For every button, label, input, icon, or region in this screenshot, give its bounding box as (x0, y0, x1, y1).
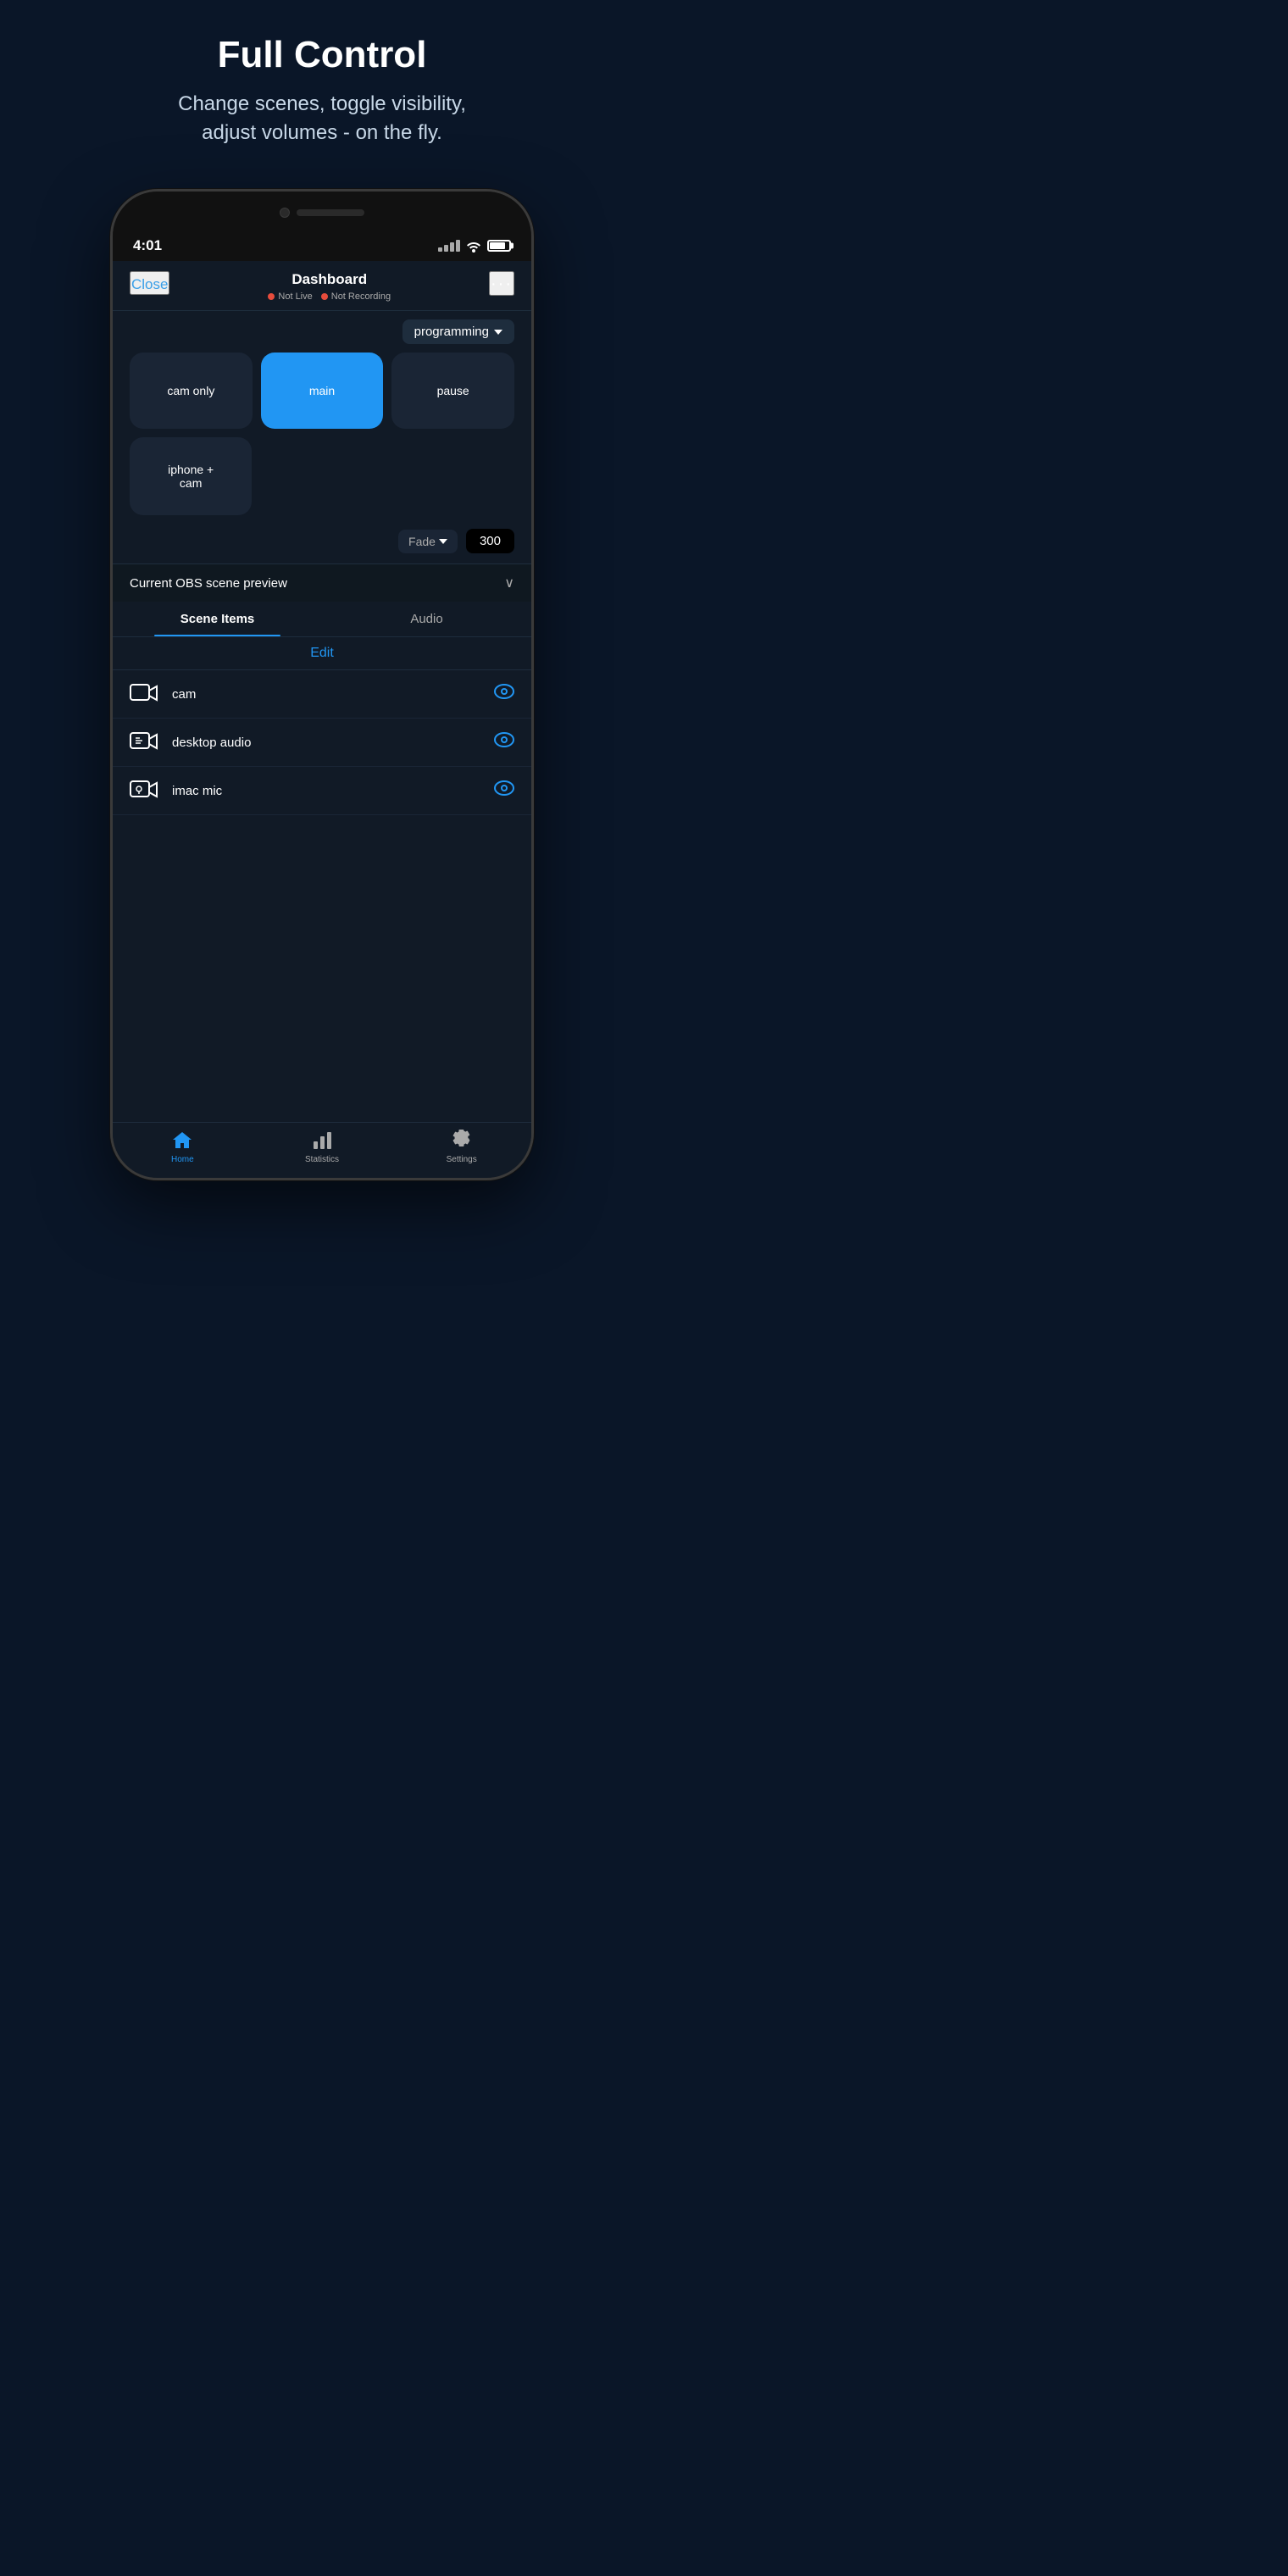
edit-row: Edit (113, 637, 531, 670)
nav-title: Dashboard (268, 271, 391, 288)
transition-bar: Fade 300 (113, 524, 531, 564)
scene-item-imac-mic: imac mic (113, 767, 531, 815)
transition-value: 300 (466, 529, 514, 553)
profile-name: programming (414, 325, 489, 339)
desktop-audio-visibility-toggle[interactable] (494, 732, 514, 752)
status-icons (438, 239, 511, 253)
profile-dropdown[interactable]: programming (402, 319, 514, 344)
transition-type: Fade (408, 535, 436, 548)
close-button[interactable]: Close (130, 271, 169, 295)
not-live-dot (268, 293, 275, 300)
tabs-row: Scene Items Audio (113, 602, 531, 637)
status-bar: 4:01 (113, 234, 531, 261)
preview-section[interactable]: Current OBS scene preview ∨ (113, 564, 531, 602)
scene-btn-main[interactable]: main (261, 353, 384, 429)
scene-item-cam: cam (113, 670, 531, 719)
not-recording-label: Not Recording (331, 291, 391, 302)
nav-center: Dashboard Not Live Not Recording (268, 271, 391, 302)
not-recording-dot (321, 293, 328, 300)
edit-button[interactable]: Edit (310, 646, 334, 661)
preview-label: Current OBS scene preview (130, 576, 287, 591)
phone-notch (113, 192, 531, 234)
side-button (531, 412, 534, 463)
signal-icon (438, 240, 460, 252)
home-icon (171, 1130, 193, 1152)
settings-tab-label: Settings (447, 1155, 477, 1164)
gear-icon (451, 1130, 473, 1152)
not-recording-status: Not Recording (321, 291, 391, 302)
imac-mic-icon (130, 779, 160, 802)
tab-audio[interactable]: Audio (322, 602, 531, 636)
bottom-tab-settings[interactable]: Settings (391, 1130, 531, 1164)
statistics-tab-label: Statistics (305, 1155, 339, 1164)
page-container: Full Control Change scenes, toggle visib… (0, 0, 644, 1180)
more-button[interactable]: ··· (489, 271, 514, 296)
not-live-label: Not Live (278, 291, 312, 302)
scene-selector: programming (113, 311, 531, 353)
scene-grid-row1: cam only main pause (113, 353, 531, 437)
cam-icon (130, 682, 160, 706)
chevron-down-icon: ∨ (504, 575, 514, 591)
desktop-audio-label: desktop audio (172, 736, 494, 750)
bottom-tab-statistics[interactable]: Statistics (253, 1130, 392, 1164)
imac-mic-visibility-toggle[interactable] (494, 780, 514, 801)
scene-items-list: cam (113, 670, 531, 815)
tab-scene-items[interactable]: Scene Items (113, 602, 322, 636)
status-time: 4:01 (133, 237, 162, 254)
speaker (297, 209, 364, 216)
scene-grid-row2: iphone +cam (113, 437, 531, 524)
imac-mic-label: imac mic (172, 784, 494, 798)
battery-icon (487, 240, 511, 252)
front-camera (280, 208, 290, 218)
phone-frame: 4:01 Close Dashboard (110, 189, 534, 1180)
desktop-audio-icon (130, 730, 160, 754)
transition-dropdown[interactable]: Fade (398, 530, 458, 553)
bottom-tab-home[interactable]: Home (113, 1130, 253, 1164)
cam-label: cam (172, 687, 494, 702)
chart-icon (311, 1130, 333, 1152)
page-header: Full Control Change scenes, toggle visib… (0, 0, 644, 172)
scene-btn-pause[interactable]: pause (391, 353, 514, 429)
scene-btn-iphone-cam[interactable]: iphone +cam (130, 437, 252, 515)
cam-visibility-toggle[interactable] (494, 684, 514, 704)
page-title: Full Control (51, 34, 593, 76)
scene-btn-cam-only[interactable]: cam only (130, 353, 253, 429)
transition-arrow-icon (439, 539, 447, 544)
nav-header: Close Dashboard Not Live Not Recording (113, 261, 531, 311)
not-live-status: Not Live (268, 291, 312, 302)
dropdown-arrow-icon (494, 330, 502, 335)
app-content: Close Dashboard Not Live Not Recording (113, 261, 531, 1146)
page-subtitle: Change scenes, toggle visibility,adjust … (51, 90, 593, 147)
home-tab-label: Home (171, 1155, 194, 1164)
wifi-icon (465, 239, 482, 253)
scene-item-desktop-audio: desktop audio (113, 719, 531, 767)
nav-status: Not Live Not Recording (268, 291, 391, 302)
bottom-tab-bar: Home Statistics Settings (113, 1122, 531, 1178)
